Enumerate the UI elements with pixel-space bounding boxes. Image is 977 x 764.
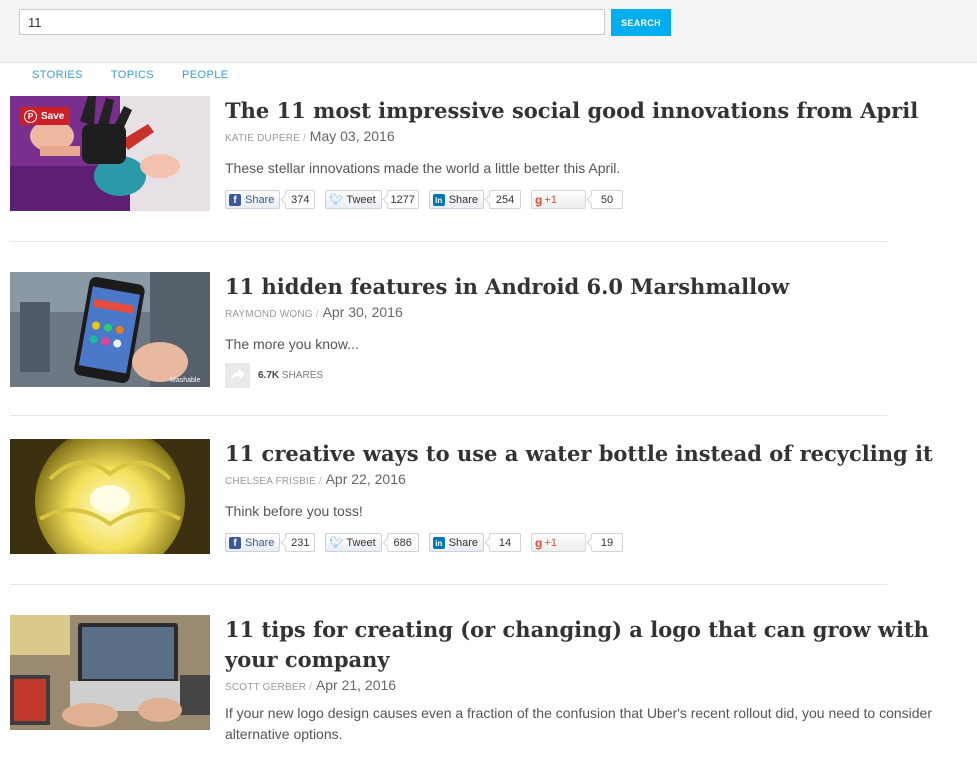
facebook-share-count: 374 — [285, 190, 316, 209]
share-count-bar: 6.7K SHARES — [225, 362, 323, 388]
tweet-label: Tweet — [346, 536, 376, 549]
pinterest-save-label: Save — [41, 110, 65, 122]
design-desk-image — [10, 615, 210, 730]
story-date: Apr 22, 2016 — [325, 471, 406, 487]
divider — [10, 241, 887, 242]
divider — [10, 415, 887, 416]
twitter-bird-icon: 🐦︎ — [329, 194, 344, 206]
twitter-bird-icon: 🐦︎ — [329, 537, 344, 549]
social-share-bar: f Share 374 🐦︎ Tweet 1277 in Share 254 g +1 … — [225, 189, 624, 210]
story-item: 11 creative ways to use a water bottle i… — [10, 439, 970, 579]
google-plus-button[interactable]: g +1 — [531, 533, 587, 552]
google-plus-icon: g — [535, 192, 543, 207]
story-description: The more you know... — [225, 336, 359, 352]
linkedin-icon: in — [432, 536, 445, 549]
tweet-label: Tweet — [346, 193, 376, 206]
watermark-text: Mashable — [170, 377, 200, 384]
linkedin-share-button[interactable]: in Share — [428, 190, 485, 209]
facebook-share-count: 231 — [285, 533, 316, 552]
google-plus-count: 50 — [591, 190, 624, 209]
pinterest-icon: P — [24, 109, 37, 123]
result-tabs: STORIES TOPICS PEOPLE — [32, 69, 256, 81]
story-thumbnail[interactable] — [10, 615, 210, 730]
facebook-icon: f — [229, 193, 241, 206]
story-date: May 03, 2016 — [309, 128, 395, 144]
story-description: Think before you toss! — [225, 503, 363, 519]
search-header: SEARCH — [0, 0, 977, 63]
tab-people[interactable]: PEOPLE — [182, 69, 228, 81]
tab-topics[interactable]: TOPICS — [111, 69, 154, 81]
pinterest-save-button[interactable]: P Save — [20, 107, 70, 125]
story-thumbnail[interactable] — [10, 439, 210, 554]
google-plus-label: +1 — [544, 536, 557, 549]
tweet-count: 686 — [386, 533, 419, 552]
story-title[interactable]: 11 tips for creating (or changing) a log… — [225, 615, 975, 675]
facebook-share-label: Share — [245, 536, 275, 549]
story-date: Apr 30, 2016 — [322, 304, 403, 320]
google-plus-count: 19 — [591, 533, 624, 552]
facebook-share-label: Share — [245, 193, 275, 206]
meta-separator: / — [303, 133, 306, 144]
bottle-lamp-image — [10, 439, 210, 554]
story-title[interactable]: The 11 most impressive social good innov… — [225, 96, 975, 126]
story-description: These stellar innovations made the world… — [225, 160, 621, 176]
story-thumbnail[interactable]: Mashable — [10, 272, 210, 387]
google-plus-label: +1 — [544, 193, 557, 206]
share-count-label: SHARES — [281, 369, 324, 381]
share-count-value: 6.7K — [258, 369, 280, 381]
story-item: 11 tips for creating (or changing) a log… — [10, 615, 970, 755]
search-input[interactable] — [19, 9, 605, 35]
facebook-share-button[interactable]: f Share — [225, 533, 281, 552]
story-author[interactable]: SCOTT GERBER — [225, 682, 306, 693]
share-count: 6.7K SHARES — [258, 370, 323, 381]
linkedin-share-button[interactable]: in Share — [428, 533, 485, 552]
linkedin-share-count: 254 — [489, 190, 522, 209]
facebook-icon: f — [229, 536, 241, 549]
meta-separator: / — [315, 309, 319, 320]
android-phone-image: Mashable — [10, 272, 210, 387]
search-button[interactable]: SEARCH — [611, 9, 671, 36]
tweet-button[interactable]: 🐦︎ Tweet — [325, 533, 382, 552]
story-thumbnail[interactable]: P Save — [10, 96, 210, 211]
story-item: P Save The 11 most impressive social goo… — [10, 96, 970, 236]
story-author[interactable]: KATIE DUPERE — [225, 133, 300, 144]
story-date: Apr 21, 2016 — [315, 677, 397, 693]
tab-stories[interactable]: STORIES — [32, 69, 83, 81]
meta-separator: / — [309, 682, 312, 693]
facebook-share-button[interactable]: f Share — [225, 190, 281, 209]
story-description: If your new logo design causes even a fr… — [225, 705, 932, 742]
meta-separator: / — [318, 476, 322, 487]
story-title[interactable]: 11 creative ways to use a water bottle i… — [225, 439, 975, 469]
linkedin-icon: in — [432, 193, 445, 206]
story-author[interactable]: CHELSEA FRISBIE — [225, 476, 316, 487]
divider — [10, 584, 887, 585]
story-author[interactable]: RAYMOND WONG — [225, 309, 313, 320]
linkedin-share-label: Share — [448, 536, 479, 549]
linkedin-share-label: Share — [448, 193, 479, 206]
story-title[interactable]: 11 hidden features in Android 6.0 Marshm… — [225, 272, 975, 302]
story-item: Mashable 11 hidden features in Android 6… — [10, 272, 970, 392]
tweet-count: 1277 — [386, 190, 419, 209]
linkedin-share-count: 14 — [489, 533, 522, 552]
social-share-bar: f Share 231 🐦︎ Tweet 686 in Share 14 g +1 19 — [225, 532, 624, 553]
google-plus-button[interactable]: g +1 — [531, 190, 587, 209]
tweet-button[interactable]: 🐦︎ Tweet — [325, 190, 382, 209]
share-arrow-icon[interactable] — [225, 362, 250, 388]
google-plus-icon: g — [535, 535, 543, 550]
